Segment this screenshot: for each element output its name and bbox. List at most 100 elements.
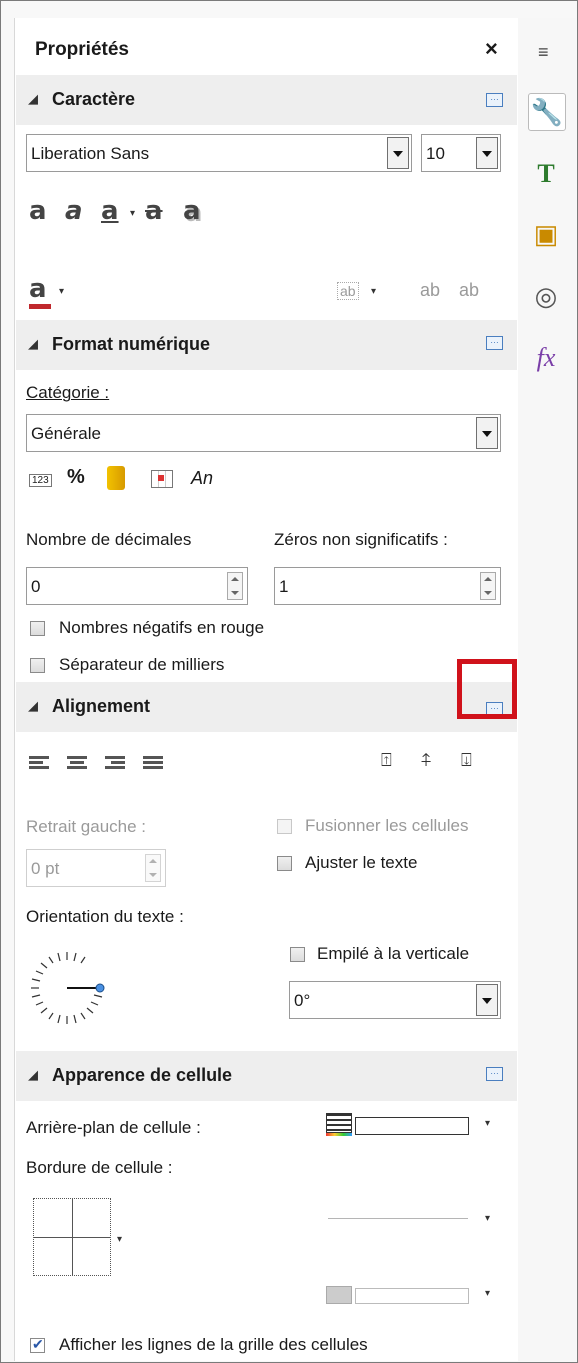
spacing-dropdown-icon[interactable]: ▾ bbox=[371, 286, 376, 297]
decimals-spin-buttons[interactable] bbox=[227, 572, 243, 600]
underline-dropdown-icon[interactable]: ▾ bbox=[130, 208, 135, 219]
text-angle-value: 0° bbox=[294, 991, 311, 1010]
stacked-vertical-label[interactable]: Empilé à la verticale bbox=[317, 944, 469, 964]
decimals-spinfield[interactable]: 0 bbox=[26, 567, 248, 605]
shadow-button[interactable]: a bbox=[183, 196, 201, 226]
collapse-triangle-icon: ◢ bbox=[28, 698, 38, 713]
leading-zeros-spin-buttons[interactable] bbox=[480, 572, 496, 600]
strikethrough-button[interactable]: a bbox=[145, 196, 163, 226]
gallery-icon[interactable]: ▣ bbox=[528, 216, 564, 252]
merge-cells-checkbox[interactable] bbox=[277, 819, 292, 834]
close-button[interactable]: × bbox=[485, 36, 498, 62]
indent-label: Retrait gauche : bbox=[26, 817, 147, 836]
font-name-dropdown-button[interactable] bbox=[387, 137, 409, 169]
font-color-button[interactable]: a bbox=[29, 274, 47, 304]
text-angle-dropdown-button[interactable] bbox=[476, 984, 498, 1016]
section-header-caractere[interactable]: ◢ Caractère … bbox=[16, 75, 517, 125]
collapse-triangle-icon: ◢ bbox=[28, 336, 38, 351]
merge-cells-label[interactable]: Fusionner les cellules bbox=[305, 816, 468, 836]
background-color-swatch-bar bbox=[326, 1133, 352, 1136]
decimals-value: 0 bbox=[31, 577, 41, 596]
cell-border-label: Bordure de cellule : bbox=[26, 1158, 173, 1177]
border-color-dropdown-icon[interactable]: ▾ bbox=[485, 1288, 490, 1299]
align-justify-icon[interactable] bbox=[143, 756, 163, 770]
sidebar-tabbar: ≡ 🔧 T ▣ ◎ fx bbox=[518, 18, 576, 1361]
properties-panel: Propriétés × ◢ Caractère … Liberation Sa… bbox=[14, 18, 519, 1361]
font-name-value: Liberation Sans bbox=[31, 144, 150, 163]
border-color-preview[interactable] bbox=[355, 1288, 469, 1304]
sidebar-menu-icon[interactable]: ≡ bbox=[538, 42, 549, 63]
category-value: Générale bbox=[31, 424, 101, 443]
section-header-apparence[interactable]: ◢ Apparence de cellule … bbox=[16, 1051, 517, 1101]
bold-button[interactable]: a bbox=[29, 196, 47, 226]
align-right-icon[interactable] bbox=[105, 756, 125, 770]
show-gridlines-checkbox[interactable] bbox=[30, 1336, 45, 1353]
align-bottom-icon[interactable]: ⍗ bbox=[461, 750, 479, 774]
wrench-icon[interactable]: 🔧 bbox=[528, 93, 566, 131]
indent-spin-buttons[interactable] bbox=[145, 854, 161, 882]
thousands-separator-label[interactable]: Séparateur de milliers bbox=[59, 655, 224, 675]
number-format-icon[interactable]: 123 bbox=[29, 474, 52, 487]
section-header-alignement[interactable]: ◢ Alignement … bbox=[16, 682, 517, 732]
border-line-style-preview[interactable] bbox=[328, 1218, 468, 1219]
functions-icon[interactable]: fx bbox=[528, 340, 564, 376]
styles-icon[interactable]: T bbox=[528, 156, 564, 192]
date-format-mark bbox=[158, 475, 164, 481]
font-color-dropdown-icon[interactable]: ▾ bbox=[59, 286, 64, 297]
panel-title: Propriétés bbox=[35, 39, 129, 60]
align-center-icon[interactable] bbox=[67, 756, 87, 770]
cell-border-icon[interactable] bbox=[33, 1198, 111, 1276]
border-color-icon[interactable] bbox=[326, 1286, 352, 1304]
font-size-value: 10 bbox=[426, 144, 445, 163]
wrap-text-checkbox[interactable] bbox=[277, 856, 292, 871]
highlight-box bbox=[457, 659, 517, 719]
indent-value: 0 pt bbox=[31, 859, 60, 878]
show-gridlines-label[interactable]: Afficher les lignes de la grille des cel… bbox=[59, 1335, 368, 1355]
cell-border-dropdown-icon[interactable]: ▾ bbox=[117, 1234, 122, 1245]
indent-spinfield[interactable]: 0 pt bbox=[26, 849, 166, 887]
negative-red-checkbox[interactable] bbox=[30, 621, 45, 636]
more-options-button-apparence[interactable]: … bbox=[486, 1067, 503, 1081]
currency-format-icon[interactable] bbox=[107, 466, 125, 490]
superscript-button[interactable]: ab bbox=[420, 280, 440, 301]
negative-red-label[interactable]: Nombres négatifs en rouge bbox=[59, 618, 264, 638]
text-angle-combobox[interactable]: 0° bbox=[289, 981, 501, 1019]
font-name-combobox[interactable]: Liberation Sans bbox=[26, 134, 412, 172]
underline-button[interactable]: a bbox=[101, 196, 119, 226]
leading-zeros-spinfield[interactable]: 1 bbox=[274, 567, 501, 605]
decimals-label: Nombre de décimales bbox=[26, 530, 192, 549]
italic-button[interactable]: a bbox=[65, 196, 83, 226]
character-spacing-button[interactable]: ab bbox=[337, 282, 359, 300]
date-format-icon[interactable] bbox=[151, 470, 173, 488]
align-left-icon[interactable] bbox=[29, 756, 49, 770]
background-color-preview[interactable] bbox=[355, 1117, 469, 1135]
navigator-icon[interactable]: ◎ bbox=[528, 278, 564, 314]
category-label: Catégorie : bbox=[26, 383, 110, 402]
orientation-dial[interactable] bbox=[27, 948, 107, 1028]
thousands-separator-checkbox[interactable] bbox=[30, 658, 45, 673]
category-dropdown-button[interactable] bbox=[476, 417, 498, 449]
background-color-dropdown-icon[interactable]: ▾ bbox=[485, 1118, 490, 1129]
line-style-dropdown-icon[interactable]: ▾ bbox=[485, 1213, 490, 1224]
percent-format-icon[interactable]: % bbox=[67, 466, 85, 489]
section-title-alignement: Alignement bbox=[52, 696, 151, 716]
category-combobox[interactable]: Générale bbox=[26, 414, 501, 452]
collapse-triangle-icon: ◢ bbox=[28, 91, 38, 106]
wrap-text-label[interactable]: Ajuster le texte bbox=[305, 853, 417, 873]
stacked-vertical-checkbox[interactable] bbox=[290, 947, 305, 962]
background-color-icon[interactable] bbox=[326, 1113, 352, 1133]
text-format-icon[interactable]: An bbox=[191, 468, 213, 489]
section-title-caractere: Caractère bbox=[52, 89, 136, 109]
align-middle-icon[interactable]: ⍏ bbox=[421, 750, 439, 774]
cell-background-label: Arrière-plan de cellule : bbox=[26, 1118, 201, 1137]
section-header-format-numerique[interactable]: ◢ Format numérique … bbox=[16, 320, 517, 370]
align-top-icon[interactable]: ⍐ bbox=[381, 750, 399, 774]
more-options-button-caractere[interactable]: … bbox=[486, 93, 503, 107]
leading-zeros-value: 1 bbox=[279, 577, 289, 596]
collapse-triangle-icon: ◢ bbox=[28, 1067, 38, 1082]
leading-zeros-label: Zéros non significatifs : bbox=[274, 530, 448, 549]
more-options-button-format[interactable]: … bbox=[486, 336, 503, 350]
font-size-combobox[interactable]: 10 bbox=[421, 134, 501, 172]
subscript-button[interactable]: ab bbox=[459, 280, 479, 301]
font-size-dropdown-button[interactable] bbox=[476, 137, 498, 169]
